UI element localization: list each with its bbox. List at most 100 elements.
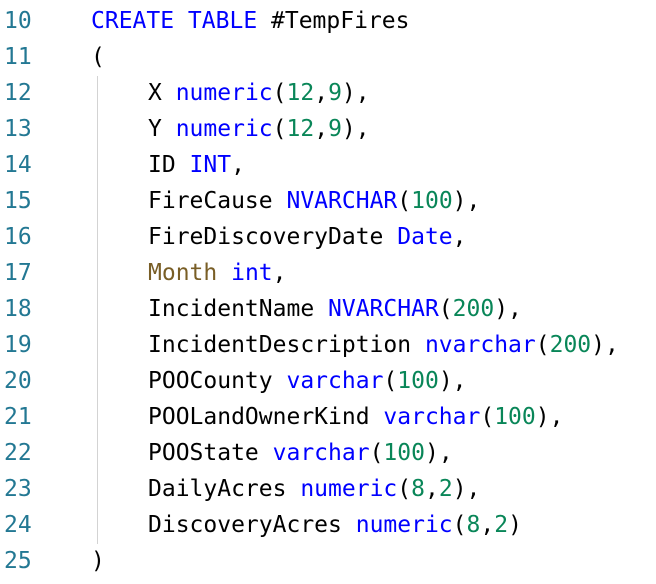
number-token: 8: [411, 476, 425, 502]
text-token: X: [148, 80, 176, 106]
text-token: (: [272, 116, 287, 142]
text-token: ),: [424, 440, 453, 466]
text-token: (: [383, 368, 398, 394]
line-number: 14: [4, 152, 32, 178]
line-number: 21: [4, 404, 32, 430]
number-token: 100: [383, 440, 425, 466]
number-token: 2: [494, 512, 509, 538]
code-text: ID INT,: [148, 147, 245, 183]
text-token: ),: [341, 116, 370, 142]
text-token: ,: [424, 476, 439, 502]
text-token: DailyAcres: [148, 476, 301, 502]
number-token: 200: [452, 296, 495, 322]
keyword-token: NVARCHAR: [286, 188, 398, 214]
keyword-token: int: [231, 260, 273, 286]
code-text: ): [91, 543, 105, 579]
keyword-token: varchar: [383, 404, 481, 430]
text-token: ,: [314, 116, 329, 142]
line-number: 12: [4, 80, 32, 106]
number-token: 12: [286, 116, 315, 142]
text-token: (: [369, 440, 384, 466]
text-token: #TempFires: [257, 8, 410, 34]
code-text: FireCause NVARCHAR(100),: [148, 183, 480, 219]
number-token: 100: [494, 404, 536, 430]
text-token: ),: [535, 404, 564, 430]
text-token: FireCause: [148, 188, 287, 214]
line-number: 11: [4, 44, 32, 70]
keyword-token: nvarchar: [424, 332, 536, 358]
text-token: (: [397, 476, 412, 502]
keyword-token: numeric: [300, 476, 398, 502]
number-token: 8: [466, 512, 481, 538]
code-text: X numeric(12,9),: [148, 75, 370, 111]
code-editor[interactable]: 10 CREATE TABLE #TempFires 11(12 X numeric(…: [0, 0, 656, 584]
text-token: ),: [452, 188, 481, 214]
number-token: 12: [286, 80, 315, 106]
line-number: 10: [4, 8, 32, 34]
text-token: ),: [438, 368, 467, 394]
line-number: 16: [4, 224, 32, 250]
text-token: ,: [480, 512, 495, 538]
keyword-token: varchar: [286, 368, 384, 394]
text-token: (: [272, 80, 287, 106]
line-number: 22: [4, 440, 32, 466]
number-token: 200: [549, 332, 592, 358]
code-text: Month int,: [148, 255, 287, 291]
number-token: 9: [328, 116, 342, 142]
text-token: ),: [591, 332, 619, 358]
code-text: IncidentName NVARCHAR(200),: [148, 291, 522, 327]
code-text: POOState varchar(100),: [148, 435, 453, 471]
text-token: ),: [452, 476, 481, 502]
text-token: ,: [452, 224, 467, 250]
text-token: (: [91, 44, 105, 70]
keyword-token: numeric: [355, 512, 453, 538]
text-token: (: [438, 296, 453, 322]
keyword-token: Date: [397, 224, 453, 250]
line-number: 17: [4, 260, 32, 286]
text-token: ,: [231, 152, 245, 178]
text-token: POOState: [148, 440, 273, 466]
text-token: IncidentName: [148, 296, 329, 322]
text-token: POOLandOwnerKind: [148, 404, 384, 430]
line-number: 13: [4, 116, 32, 142]
line-number: 23: [4, 476, 32, 502]
number-token: 100: [411, 188, 453, 214]
number-token: 9: [328, 80, 342, 106]
line-number: 18: [4, 296, 32, 322]
indent-guide: [97, 76, 98, 544]
code-text: Y numeric(12,9),: [148, 111, 370, 147]
text-token: ),: [341, 80, 370, 106]
line-number: 15: [4, 188, 32, 214]
text-token: ,: [314, 80, 329, 106]
code-text: (: [91, 39, 105, 75]
code-text: POOLandOwnerKind varchar(100),: [148, 399, 563, 435]
text-token: ID: [148, 152, 190, 178]
keyword-token: INT: [189, 152, 232, 178]
text-token: Y: [148, 116, 176, 142]
keyword-token: numeric: [175, 80, 273, 106]
line-number: 20: [4, 368, 32, 394]
text-token: (: [480, 404, 495, 430]
number-token: 100: [397, 368, 439, 394]
text-token: FireDiscoveryDate: [148, 224, 398, 250]
text-token: ),: [494, 296, 522, 322]
number-token: 2: [438, 476, 453, 502]
text-token: (: [452, 512, 467, 538]
code-text: DiscoveryAcres numeric(8,2): [148, 507, 522, 543]
function-token: Month: [148, 260, 218, 286]
text-token: POOCounty: [148, 368, 287, 394]
code-text: CREATE TABLE #TempFires: [91, 3, 410, 39]
text-token: (: [535, 332, 550, 358]
keyword-token: CREATE TABLE: [91, 8, 258, 34]
keyword-token: numeric: [175, 116, 273, 142]
text-token: (: [397, 188, 412, 214]
text-token: ): [508, 512, 522, 538]
text-token: ,: [272, 260, 287, 286]
line-number: 19: [4, 332, 32, 358]
text-token: DiscoveryAcres: [148, 512, 356, 538]
text-token: IncidentDescription: [148, 332, 425, 358]
line-number: 25: [4, 548, 32, 574]
code-text: POOCounty varchar(100),: [148, 363, 467, 399]
text-token: ): [91, 548, 105, 574]
